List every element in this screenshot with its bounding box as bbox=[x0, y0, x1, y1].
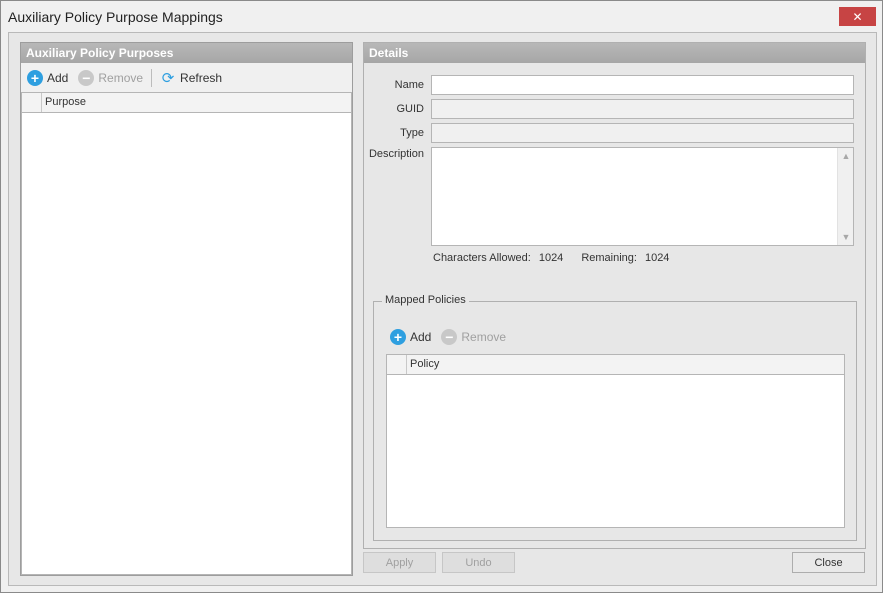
chars-allowed-value: 1024 bbox=[538, 252, 564, 264]
purposes-grid[interactable]: Purpose bbox=[21, 92, 352, 575]
remaining-label: Remaining: bbox=[581, 252, 637, 264]
guid-label: GUID bbox=[396, 103, 425, 115]
policies-grid[interactable]: Policy bbox=[386, 354, 845, 528]
policy-column-header[interactable]: Policy bbox=[410, 358, 439, 370]
remove-purpose-button[interactable]: − Remove bbox=[78, 69, 144, 86]
purposes-toolbar: + Add − Remove ⟳ Refresh bbox=[21, 63, 352, 92]
mapped-policies-toolbar: + Add − Remove bbox=[390, 322, 590, 351]
details-panel: Details Name GUID Type Description ▲ ▼ C… bbox=[363, 42, 866, 549]
purpose-column-header[interactable]: Purpose bbox=[45, 96, 86, 108]
name-input[interactable] bbox=[431, 75, 854, 95]
refresh-label: Refresh bbox=[180, 70, 223, 85]
details-panel-header: Details bbox=[364, 43, 865, 63]
refresh-button[interactable]: ⟳ Refresh bbox=[160, 69, 223, 87]
window-title: Auxiliary Policy Purpose Mappings bbox=[8, 9, 223, 25]
apply-button[interactable]: Apply bbox=[363, 552, 436, 573]
remaining-value: 1024 bbox=[644, 252, 670, 264]
mapped-policies-group: Mapped Policies + Add − Remove Policy bbox=[373, 294, 857, 541]
close-button[interactable]: Close bbox=[792, 552, 865, 573]
type-label: Type bbox=[400, 127, 424, 139]
add-purpose-label: Add bbox=[47, 70, 69, 85]
chars-allowed-label: Characters Allowed: bbox=[433, 252, 531, 264]
policies-grid-header: Policy bbox=[387, 355, 844, 375]
grid-row-header-cell[interactable] bbox=[387, 355, 407, 374]
toolbar-separator bbox=[151, 68, 153, 87]
add-purpose-button[interactable]: + Add bbox=[27, 69, 69, 86]
add-policy-label: Add bbox=[410, 329, 432, 344]
guid-field bbox=[431, 99, 854, 119]
mapped-policies-legend: Mapped Policies bbox=[382, 294, 469, 306]
window-close-button[interactable]: ✕ bbox=[839, 7, 876, 26]
undo-button[interactable]: Undo bbox=[442, 552, 515, 573]
purposes-grid-header: Purpose bbox=[22, 93, 351, 113]
character-count-info: Characters Allowed: 1024 Remaining: 1024 bbox=[433, 252, 669, 264]
close-icon: ✕ bbox=[852, 9, 863, 24]
minus-circle-icon: − bbox=[78, 69, 95, 86]
remove-policy-label: Remove bbox=[461, 329, 507, 344]
scroll-down-icon[interactable]: ▼ bbox=[838, 229, 854, 245]
type-field bbox=[431, 123, 854, 143]
remove-policy-button[interactable]: − Remove bbox=[441, 328, 507, 345]
name-label: Name bbox=[394, 79, 424, 91]
plus-circle-icon: + bbox=[390, 328, 406, 345]
dialog-content: Auxiliary Policy Purposes + Add − Remove… bbox=[8, 32, 877, 586]
grid-row-header-cell[interactable] bbox=[22, 93, 42, 112]
dialog-window: Auxiliary Policy Purpose Mappings ✕ Auxi… bbox=[0, 0, 883, 593]
purposes-panel: Auxiliary Policy Purposes + Add − Remove… bbox=[20, 42, 353, 576]
description-label: Description bbox=[368, 148, 424, 160]
description-scrollbar[interactable]: ▲ ▼ bbox=[837, 148, 853, 245]
scroll-up-icon[interactable]: ▲ bbox=[838, 148, 854, 164]
purposes-panel-header: Auxiliary Policy Purposes bbox=[21, 43, 352, 63]
description-textarea[interactable]: ▲ ▼ bbox=[431, 147, 854, 246]
title-bar: Auxiliary Policy Purpose Mappings ✕ bbox=[1, 1, 882, 32]
remove-purpose-label: Remove bbox=[98, 70, 144, 85]
add-policy-button[interactable]: + Add bbox=[390, 328, 432, 345]
refresh-icon: ⟳ bbox=[161, 69, 175, 87]
minus-circle-icon: − bbox=[441, 328, 458, 345]
plus-circle-icon: + bbox=[27, 69, 43, 86]
